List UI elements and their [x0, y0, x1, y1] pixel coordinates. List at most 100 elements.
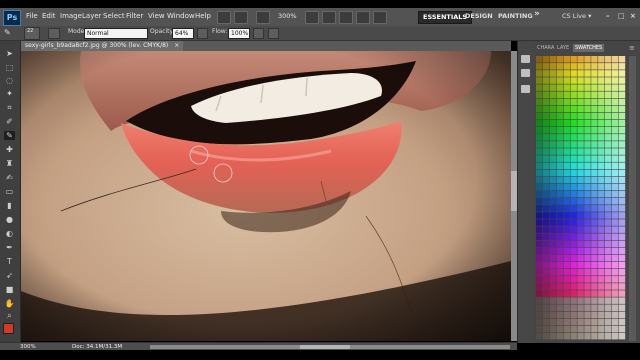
swatch[interactable] — [570, 91, 577, 99]
swatch[interactable] — [584, 176, 591, 184]
swatch[interactable] — [605, 233, 612, 241]
swatch[interactable] — [598, 176, 605, 184]
swatch[interactable] — [598, 63, 605, 70]
menu-window[interactable]: Window — [167, 12, 195, 20]
swatch[interactable] — [605, 304, 612, 312]
swatch[interactable] — [598, 70, 605, 77]
swatch[interactable] — [591, 261, 598, 269]
zoom-level[interactable]: 300% — [278, 12, 297, 20]
swatch[interactable] — [618, 269, 626, 276]
swatch[interactable] — [584, 105, 591, 113]
swatch[interactable] — [611, 148, 619, 155]
swatch[interactable] — [591, 311, 598, 319]
swatch[interactable] — [591, 176, 598, 184]
swatch[interactable] — [584, 127, 591, 134]
swatch[interactable] — [584, 162, 591, 170]
swatch[interactable] — [549, 91, 557, 99]
swatch[interactable] — [577, 162, 584, 170]
opacity-input[interactable]: 64% — [172, 28, 194, 39]
swatch[interactable] — [611, 98, 619, 106]
swatch[interactable] — [611, 212, 619, 219]
swatch[interactable] — [591, 283, 598, 290]
swatch[interactable] — [563, 119, 570, 127]
swatch[interactable] — [563, 240, 570, 248]
swatch[interactable] — [556, 198, 564, 205]
swatch[interactable] — [605, 205, 612, 212]
swatch[interactable] — [598, 134, 605, 141]
swatch[interactable] — [563, 212, 570, 219]
swatch[interactable] — [584, 247, 591, 255]
menu-image[interactable]: Image — [60, 12, 82, 20]
swatch[interactable] — [605, 98, 612, 106]
swatch[interactable] — [618, 119, 626, 127]
swatch[interactable] — [577, 325, 584, 333]
swatch[interactable] — [577, 205, 584, 212]
swatch[interactable] — [570, 105, 577, 113]
swatch[interactable] — [563, 112, 570, 120]
swatch[interactable] — [556, 311, 564, 319]
swatch[interactable] — [591, 127, 598, 134]
swatch[interactable] — [556, 325, 564, 333]
swatch[interactable] — [598, 112, 605, 120]
swatch[interactable] — [611, 70, 619, 77]
swatch[interactable] — [605, 91, 612, 99]
swatch[interactable] — [584, 205, 591, 212]
swatch[interactable] — [605, 155, 612, 162]
swatch[interactable] — [591, 325, 598, 333]
workspace-design[interactable]: DESIGN — [461, 11, 497, 22]
swatch[interactable] — [549, 190, 557, 198]
swatch[interactable] — [605, 141, 612, 148]
swatch[interactable] — [577, 198, 584, 205]
swatch[interactable] — [605, 134, 612, 141]
swatch[interactable] — [584, 304, 591, 312]
swatch[interactable] — [598, 141, 605, 148]
swatch[interactable] — [570, 247, 577, 255]
foreground-color-swatch[interactable] — [3, 323, 14, 334]
swatch[interactable] — [611, 119, 619, 127]
swatch[interactable] — [618, 276, 626, 283]
swatch[interactable] — [549, 127, 557, 134]
swatch[interactable] — [536, 332, 543, 340]
swatch[interactable] — [549, 134, 557, 141]
swatch[interactable] — [618, 261, 626, 269]
swatch[interactable] — [577, 212, 584, 219]
swatch[interactable] — [584, 311, 591, 319]
swatch[interactable] — [618, 162, 626, 170]
swatch[interactable] — [542, 247, 550, 255]
h-scroll-thumb[interactable] — [300, 345, 350, 349]
swatch[interactable] — [605, 105, 612, 113]
swatch[interactable] — [605, 169, 612, 177]
swatch[interactable] — [611, 84, 619, 91]
swatch[interactable] — [536, 219, 543, 226]
swatch[interactable] — [591, 297, 598, 304]
swatch[interactable] — [563, 254, 570, 262]
swatch[interactable] — [611, 63, 619, 70]
swatch[interactable] — [591, 254, 598, 262]
history-brush-icon[interactable]: ✍ — [4, 173, 15, 182]
swatch[interactable] — [549, 183, 557, 191]
swatch[interactable] — [584, 198, 591, 205]
swatch[interactable] — [618, 311, 626, 319]
swatch[interactable] — [577, 332, 584, 340]
swatch[interactable] — [542, 318, 550, 326]
swatch[interactable] — [598, 261, 605, 269]
brush-tool-icon[interactable]: ✎ — [4, 28, 18, 37]
swatch[interactable] — [542, 240, 550, 248]
swatch[interactable] — [598, 119, 605, 127]
swatch[interactable] — [584, 219, 591, 226]
swatch[interactable] — [556, 190, 564, 198]
swatch[interactable] — [549, 219, 557, 226]
swatch[interactable] — [556, 297, 564, 304]
mini-bridge-icon[interactable] — [234, 11, 248, 24]
swatch[interactable] — [570, 112, 577, 120]
crop-tool-icon[interactable]: ⌗ — [4, 103, 15, 112]
swatch-grid[interactable] — [536, 56, 626, 341]
brush-tool-icon[interactable]: ✎ — [4, 131, 15, 140]
swatch[interactable] — [605, 212, 612, 219]
swatch[interactable] — [605, 311, 612, 319]
swatch[interactable] — [563, 205, 570, 212]
healing-brush-icon[interactable]: ✚ — [4, 145, 15, 154]
swatch[interactable] — [536, 212, 543, 219]
swatch[interactable] — [549, 247, 557, 255]
swatch[interactable] — [542, 169, 550, 177]
